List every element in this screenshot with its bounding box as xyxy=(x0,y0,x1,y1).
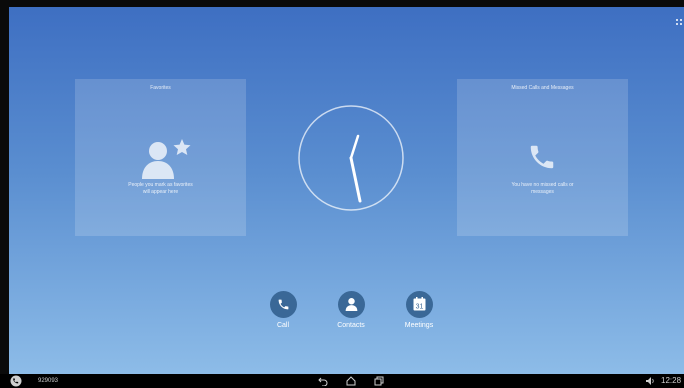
call-button[interactable]: Call xyxy=(253,291,313,329)
missed-title: Missed Calls and Messages xyxy=(511,85,574,91)
favorites-empty-text-2: will appear here xyxy=(142,189,179,195)
clock-hour-hand xyxy=(349,134,360,160)
system-time: 12:28 xyxy=(661,376,682,385)
phone-icon xyxy=(278,299,288,310)
home-icon[interactable] xyxy=(346,376,356,386)
phone-number: 929093 xyxy=(38,378,59,384)
system-bar: 929093 12:28 xyxy=(0,374,684,388)
missed-empty-text-2: messages xyxy=(531,189,554,195)
meetings-label: Meetings xyxy=(404,322,434,329)
favorites-empty-text-1: People you mark as favorites xyxy=(128,182,193,188)
clock-minute-hand xyxy=(349,156,362,203)
recents-icon[interactable] xyxy=(374,376,384,386)
home-screen: Favorites People you mark as favorites w… xyxy=(9,7,684,374)
back-icon[interactable] xyxy=(318,376,328,386)
favorites-panel[interactable]: Favorites People you mark as favorites w… xyxy=(75,79,246,236)
favorites-title: Favorites xyxy=(150,85,171,91)
analog-clock xyxy=(298,105,404,211)
volume-icon[interactable] xyxy=(646,377,656,385)
call-circle[interactable] xyxy=(269,291,297,318)
contacts-button[interactable]: Contacts xyxy=(321,291,381,329)
meetings-circle[interactable]: 31 xyxy=(405,291,433,318)
menu-dots-icon[interactable] xyxy=(676,19,682,27)
calendar-day: 31 xyxy=(415,304,423,311)
contacts-label: Contacts xyxy=(337,322,365,329)
missed-calls-panel[interactable]: Missed Calls and Messages You have no mi… xyxy=(457,79,628,236)
phone-icon xyxy=(530,145,554,169)
call-label: Call xyxy=(276,322,290,329)
contacts-circle[interactable] xyxy=(337,291,365,318)
person-icon xyxy=(345,298,357,311)
person-star-icon xyxy=(142,139,191,179)
meetings-button[interactable]: 31 Meetings xyxy=(389,291,449,329)
calendar-icon: 31 xyxy=(413,297,425,311)
missed-empty-text-1: You have no missed calls or xyxy=(511,182,574,188)
